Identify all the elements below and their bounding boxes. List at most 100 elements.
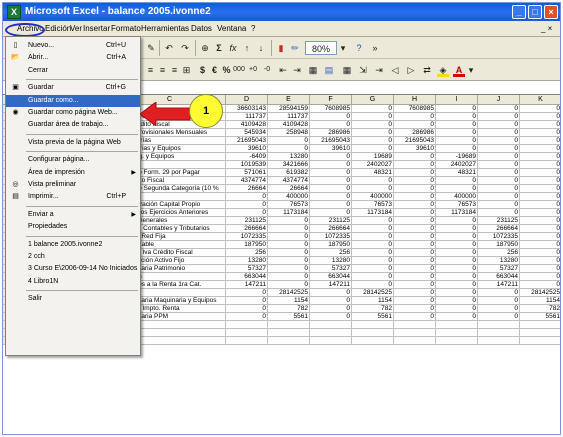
highlight-color-icon[interactable]: ◈ bbox=[437, 63, 449, 77]
file-menu-item-3-curso-e-2006-09-14-no-iniciados[interactable]: 3 Curso E\2006-09-14 No Iniciados bbox=[6, 263, 140, 275]
cell-f[interactable]: 663044 bbox=[310, 273, 352, 281]
cell-g[interactable]: 782 bbox=[352, 305, 394, 313]
cell-i[interactable] bbox=[436, 337, 478, 345]
cell-f[interactable]: 0 bbox=[310, 297, 352, 305]
menu-insertar[interactable]: Insertar bbox=[83, 24, 110, 33]
cell-f[interactable]: 0 bbox=[310, 305, 352, 313]
cell-f[interactable]: 0 bbox=[310, 113, 352, 121]
increase-decimal-icon[interactable]: +0 bbox=[247, 63, 259, 77]
cell-h[interactable]: 0 bbox=[394, 193, 436, 201]
cell-d[interactable]: 13280 bbox=[226, 257, 268, 265]
file-menu-item-abrir[interactable]: 📂 Abrir... Ctrl+A bbox=[6, 52, 140, 64]
cell-h[interactable]: 0 bbox=[394, 185, 436, 193]
cell-f[interactable]: 0 bbox=[310, 289, 352, 297]
cell-g[interactable]: 0 bbox=[352, 177, 394, 185]
cell-g[interactable] bbox=[352, 329, 394, 337]
menu-formato[interactable]: Formato bbox=[111, 24, 141, 33]
cell-i[interactable]: 0 bbox=[436, 305, 478, 313]
cell-d[interactable]: 0 bbox=[226, 193, 268, 201]
cell-j[interactable]: 1072335 bbox=[478, 233, 520, 241]
cell-h[interactable]: 0 bbox=[394, 113, 436, 121]
cell-d[interactable]: 0 bbox=[226, 313, 268, 321]
decrease-indent-icon[interactable]: ⇤ bbox=[277, 63, 289, 77]
chart-wizard-icon[interactable]: ▮ bbox=[275, 41, 287, 55]
cell-j[interactable]: 0 bbox=[478, 185, 520, 193]
cell-h[interactable]: 0 bbox=[394, 177, 436, 185]
cell-i[interactable]: 0 bbox=[436, 273, 478, 281]
cell-i[interactable]: 0 bbox=[436, 281, 478, 289]
cell-i[interactable]: 1173184 bbox=[436, 209, 478, 217]
cell-i[interactable]: 0 bbox=[436, 225, 478, 233]
cell-j[interactable]: 0 bbox=[478, 305, 520, 313]
fill-color-icon[interactable]: ▤ bbox=[323, 63, 335, 77]
cell-j[interactable]: 0 bbox=[478, 137, 520, 145]
file-menu-item-imprimir[interactable]: ▤ Imprimir... Ctrl+P bbox=[6, 191, 140, 203]
function-icon[interactable]: fx bbox=[227, 41, 239, 55]
cell-j[interactable]: 0 bbox=[478, 297, 520, 305]
cell-g[interactable] bbox=[352, 337, 394, 345]
cell-d[interactable]: 1019539 bbox=[226, 161, 268, 169]
cell-d[interactable]: 0 bbox=[226, 297, 268, 305]
cell-j[interactable]: 0 bbox=[478, 121, 520, 129]
cell-d[interactable]: 111737 bbox=[226, 113, 268, 121]
file-menu-item-cerrar[interactable]: Cerrar bbox=[6, 65, 140, 77]
cell-h[interactable]: 0 bbox=[394, 313, 436, 321]
cell-f[interactable]: 256 bbox=[310, 249, 352, 257]
cell-d[interactable]: 231125 bbox=[226, 217, 268, 225]
cell-h[interactable]: 0 bbox=[394, 201, 436, 209]
cell-i[interactable]: 0 bbox=[436, 177, 478, 185]
file-menu-item-salir[interactable]: Salir bbox=[6, 293, 140, 305]
hyperlink-icon[interactable]: ⊕ bbox=[199, 41, 211, 55]
file-menu-item-4-libro1n[interactable]: 4 Libro1N bbox=[6, 276, 140, 288]
cell-f[interactable]: 1072335 bbox=[310, 233, 352, 241]
col-header-e[interactable]: E bbox=[268, 95, 310, 105]
file-menu-item-configurar-página[interactable]: Configurar página... bbox=[6, 154, 140, 166]
help-icon[interactable]: ? bbox=[353, 41, 365, 55]
cell-e[interactable]: 26664 bbox=[268, 185, 310, 193]
cell-f[interactable]: 0 bbox=[310, 209, 352, 217]
cell-k[interactable]: 0 bbox=[520, 177, 560, 185]
menu-herramientas[interactable]: Herramientas bbox=[141, 24, 189, 33]
cell-g[interactable]: 0 bbox=[352, 113, 394, 121]
cell-e[interactable]: 0 bbox=[268, 241, 310, 249]
redo-icon[interactable]: ↷ bbox=[179, 41, 191, 55]
cell-e[interactable]: 0 bbox=[268, 273, 310, 281]
cell-f[interactable] bbox=[310, 337, 352, 345]
cell-d[interactable]: 4374774 bbox=[226, 177, 268, 185]
cell-h[interactable]: 0 bbox=[394, 169, 436, 177]
cell-f[interactable]: 187950 bbox=[310, 241, 352, 249]
menu-help[interactable]: ? bbox=[251, 24, 255, 33]
cell-k[interactable]: 0 bbox=[520, 225, 560, 233]
col-header-g[interactable]: G bbox=[352, 95, 394, 105]
cell-f[interactable] bbox=[310, 329, 352, 337]
cell-j[interactable] bbox=[478, 329, 520, 337]
cell-h[interactable]: 0 bbox=[394, 161, 436, 169]
cell-f[interactable]: 0 bbox=[310, 121, 352, 129]
cell-e[interactable]: 4109428 bbox=[268, 121, 310, 129]
cell-j[interactable]: 0 bbox=[478, 313, 520, 321]
cell-i[interactable]: 0 bbox=[436, 121, 478, 129]
cell-d[interactable]: 39610 bbox=[226, 145, 268, 153]
cell-g[interactable]: 76573 bbox=[352, 201, 394, 209]
cell-i[interactable]: 400000 bbox=[436, 193, 478, 201]
file-menu-item-enviar-a[interactable]: Enviar a ▶ bbox=[6, 209, 140, 221]
cell-k[interactable]: 0 bbox=[520, 145, 560, 153]
cell-f[interactable]: 266664 bbox=[310, 225, 352, 233]
currency-icon[interactable]: $ bbox=[197, 63, 208, 77]
col-header-i[interactable]: I bbox=[436, 95, 478, 105]
cell-e[interactable]: 0 bbox=[268, 257, 310, 265]
menu-ver[interactable]: Ver bbox=[70, 24, 82, 33]
cell-k[interactable]: 0 bbox=[520, 241, 560, 249]
autosum-icon[interactable]: Σ bbox=[213, 41, 225, 55]
cell-e[interactable]: 111737 bbox=[268, 113, 310, 121]
cell-d[interactable] bbox=[226, 321, 268, 329]
decrease-decimal-icon[interactable]: -0 bbox=[261, 63, 273, 77]
euro-icon[interactable]: € bbox=[209, 63, 220, 77]
cell-g[interactable]: 0 bbox=[352, 185, 394, 193]
cell-h[interactable]: 0 bbox=[394, 281, 436, 289]
cell-f[interactable]: 286986 bbox=[310, 129, 352, 137]
file-menu-item-guardar-área-de-trabajo[interactable]: Guardar área de trabajo... bbox=[6, 119, 140, 131]
cell-k[interactable]: 0 bbox=[520, 129, 560, 137]
cell-d[interactable]: 266664 bbox=[226, 225, 268, 233]
cell-j[interactable]: 0 bbox=[478, 145, 520, 153]
